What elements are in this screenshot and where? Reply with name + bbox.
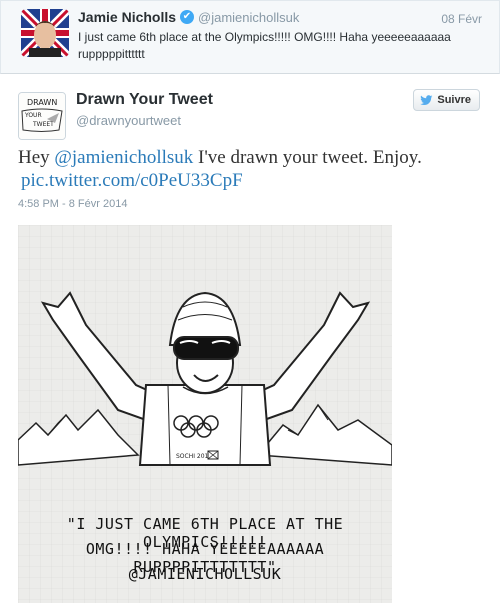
caption-line-3: @JAMIENICHOLLSUK: [128, 565, 282, 583]
pic-link[interactable]: pic.twitter.com/c0PeU33CpF: [18, 169, 488, 192]
jamie-avatar[interactable]: [21, 9, 69, 57]
tweet-text: Hey @jamienichollsuk I've drawn your twe…: [18, 146, 488, 192]
tweet-timestamp[interactable]: 4:58 PM - 8 Févr 2014: [18, 198, 127, 210]
verified-badge-icon: ✔: [180, 10, 194, 24]
tweet-author-name[interactable]: Drawn Your Tweet: [76, 91, 213, 109]
tweet-text-after: I've drawn your tweet. Enjoy.: [193, 147, 422, 168]
avatar-text-2: YOUR: [24, 112, 42, 119]
follow-button[interactable]: Suivre: [413, 89, 480, 111]
tweet-text-before: Hey: [18, 147, 55, 168]
twitter-bird-icon: [420, 94, 433, 105]
quoted-author-name[interactable]: Jamie Nicholls: [78, 9, 176, 25]
avatar-text-1: DRAWN: [27, 98, 57, 107]
tweet-author-handle[interactable]: @drawnyourtweet: [76, 113, 181, 128]
follow-button-label: Suivre: [437, 94, 471, 106]
quoted-author-handle[interactable]: @jamienichollsuk: [198, 10, 299, 25]
quoted-tweet[interactable]: Jamie Nicholls ✔ @jamienichollsuk 08 Fév…: [0, 0, 500, 74]
quoted-date[interactable]: 08 Févr: [441, 12, 482, 26]
sochi-label: SOCHI 2014: [176, 453, 212, 460]
quoted-tweet-text: I just came 6th place at the Olympics!!!…: [78, 30, 451, 61]
drawnyourtweet-avatar[interactable]: DRAWN YOUR TWEET: [18, 92, 66, 140]
tweet-photo[interactable]: SOCHI 2014 "I JUST CAME 6TH PLACE AT THE…: [18, 225, 392, 603]
avatar-text-3: TWEET: [32, 121, 54, 128]
mention-link[interactable]: @jamienichollsuk: [54, 147, 193, 168]
